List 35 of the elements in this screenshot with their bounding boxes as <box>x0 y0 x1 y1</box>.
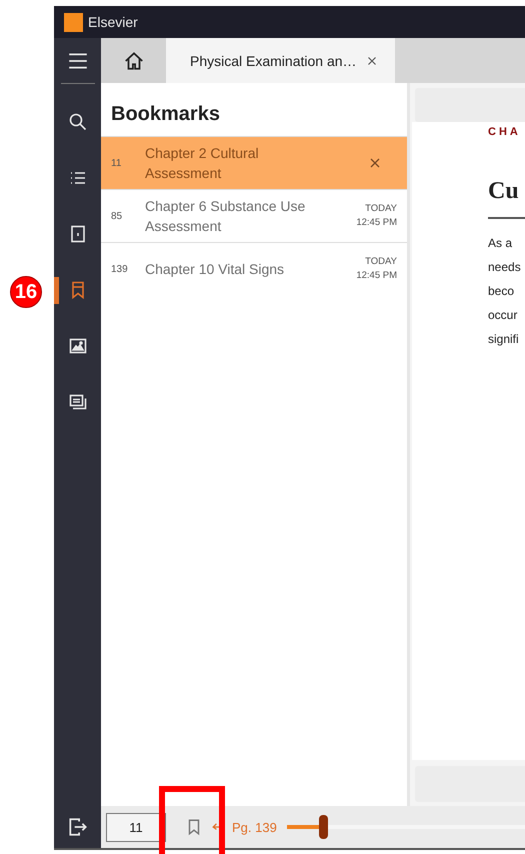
bookmark-time: 12:45 PM <box>356 269 397 283</box>
annotation-badge: 16 <box>10 276 42 308</box>
bookmark-item[interactable]: 11 Chapter 2 Cultural Assessment <box>101 136 407 189</box>
logo-icon <box>64 12 83 32</box>
search-icon[interactable] <box>68 112 88 132</box>
bookmark-time: 12:45 PM <box>356 216 397 230</box>
highlight-frame <box>159 786 225 854</box>
page-number: 139 <box>111 264 129 274</box>
image-icon[interactable] <box>68 336 88 356</box>
body-text: beco <box>488 283 516 300</box>
cards-icon[interactable] <box>68 392 88 412</box>
page-number: 85 <box>111 210 124 222</box>
panel-title: Bookmarks <box>110 102 221 127</box>
slider-thumb[interactable] <box>318 815 328 839</box>
active-indicator <box>54 277 59 304</box>
logout-icon[interactable] <box>66 816 88 838</box>
bookmark-item[interactable]: 85 Chapter 6 Substance Use Assessment TODAY 12:45 PM <box>101 189 407 242</box>
body-text: As a <box>488 235 514 252</box>
bookmark-day: TODAY <box>365 255 397 269</box>
page-field[interactable]: 11 <box>106 812 166 842</box>
page-number: 11 <box>111 158 122 168</box>
book-tab[interactable]: Physical Examination an… <box>166 38 395 83</box>
page-label: Pg. 139 <box>232 820 277 834</box>
chapter-heading: Cu <box>488 178 520 205</box>
bookmark-item[interactable]: 139 Chapter 10 Vital Signs TODAY 12:45 PM <box>101 242 407 295</box>
bookmark-title: Chapter 2 Cultural Assessment <box>145 144 260 183</box>
bookmark-day: TODAY <box>365 202 397 216</box>
chapter-label: CHA <box>488 126 522 138</box>
bookmark-title: Chapter 6 Substance Use Assessment <box>145 197 306 236</box>
body-text: signifi <box>488 331 520 348</box>
home-icon <box>122 50 144 72</box>
body-text: needs <box>488 259 522 276</box>
body-text: occur <box>488 307 518 324</box>
bookmark-title: Chapter 10 Vital Signs <box>145 260 286 279</box>
window-title: Elsevier <box>88 14 138 30</box>
